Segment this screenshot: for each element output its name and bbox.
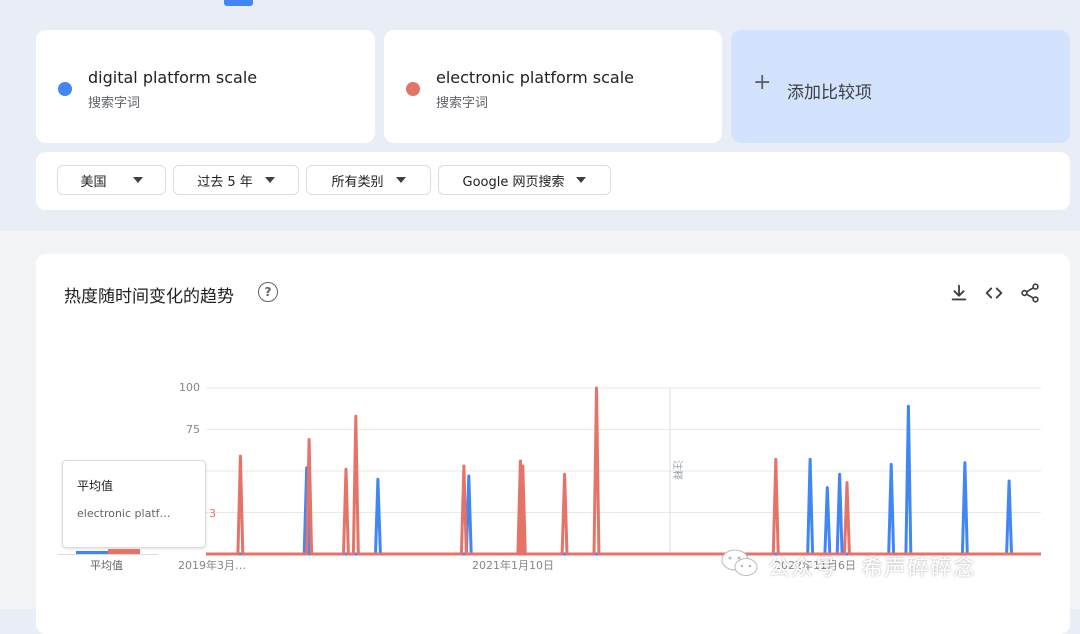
y-tick-label: 75 [186, 422, 200, 436]
dropdown-arrow-icon [395, 177, 406, 183]
category-dropdown[interactable]: 所有类别 [306, 165, 431, 195]
search-type-label: Google 网页搜索 [462, 174, 565, 190]
region-label: 美国 [80, 174, 107, 190]
filter-bar: 美国 过去 5 年 所有类别 Google 网页搜索 [36, 152, 1070, 210]
annotation-label[interactable]: 注释 [671, 460, 684, 480]
term-label: digital platform scale [88, 68, 258, 87]
tooltip-title: 平均值 [77, 479, 114, 493]
selected-tab-indicator [224, 0, 253, 6]
search-type-dropdown[interactable]: Google 网页搜索 [438, 165, 611, 195]
series-color-dot [58, 82, 72, 96]
category-label: 所有类别 [331, 174, 384, 190]
time-range-dropdown[interactable]: 过去 5 年 [173, 165, 299, 195]
dropdown-arrow-icon [576, 177, 587, 183]
average-tooltip: 平均值 electronic platform scale 3 [62, 460, 216, 548]
y-tick-label: 100 [179, 381, 200, 394]
term-label: electronic platform scale [436, 68, 634, 87]
series-color-dot [406, 82, 420, 96]
dropdown-arrow-icon [264, 177, 275, 183]
add-comparison-label: 添加比较项 [787, 83, 872, 103]
term-type: 搜索字词 [436, 96, 489, 111]
average-baseline [58, 554, 158, 555]
term-card-electronic[interactable]: electronic platform scale 搜索字词 [384, 30, 722, 143]
series-line-digital [206, 404, 1041, 556]
x-tick-label: 2019年3月… [178, 559, 246, 572]
average-bar-electronic [108, 549, 140, 554]
dropdown-arrow-icon [132, 177, 143, 183]
time-range-label: 过去 5 年 [197, 174, 253, 190]
x-tick-label: 2021年1月10日 [472, 559, 554, 572]
average-label: 平均值 [90, 559, 123, 572]
average-bar-digital [76, 551, 108, 554]
plus-icon: + [753, 70, 772, 95]
term-card-digital[interactable]: digital platform scale 搜索字词 [36, 30, 375, 143]
wechat-icon [721, 549, 758, 576]
tooltip-value: 3 [209, 507, 216, 520]
term-type: 搜索字词 [88, 96, 141, 111]
region-dropdown[interactable]: 美国 [57, 165, 166, 195]
add-comparison-button[interactable]: + 添加比较项 [731, 30, 1070, 143]
tooltip-term: electronic platform scale [77, 507, 173, 520]
watermark-text: 公众号 · 希声碎碎念 [768, 556, 976, 581]
